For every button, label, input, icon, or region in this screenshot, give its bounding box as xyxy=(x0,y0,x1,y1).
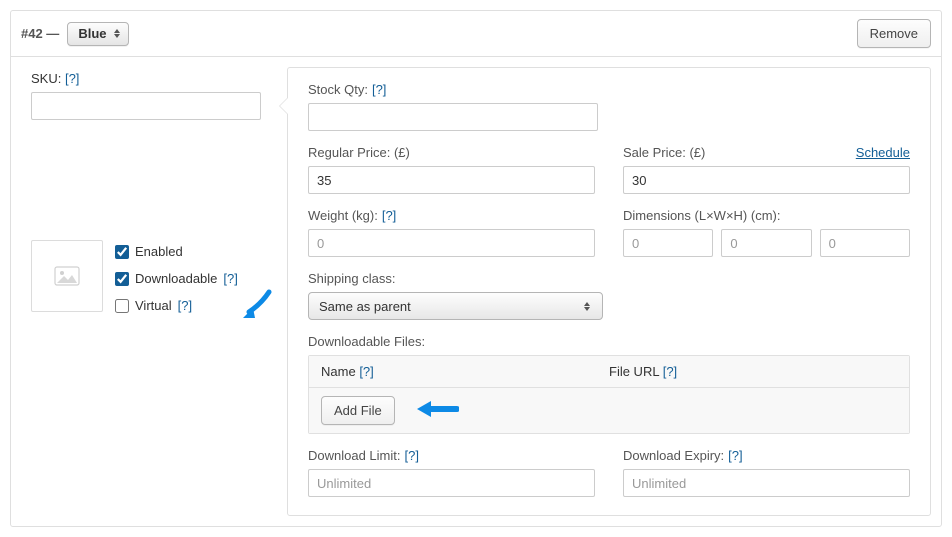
sku-label: SKU: xyxy=(31,71,61,86)
chevron-updown-icon xyxy=(580,293,594,319)
download-limit-input[interactable] xyxy=(308,469,595,497)
download-expiry-help-icon[interactable]: [?] xyxy=(728,448,742,463)
shipping-class-value: Same as parent xyxy=(319,299,411,314)
files-col-name: Name xyxy=(321,364,356,379)
download-limit-help-icon[interactable]: [?] xyxy=(405,448,419,463)
weight-label: Weight (kg): xyxy=(308,208,378,223)
variation-sidebar: SKU: [?] Enabled xyxy=(11,57,281,526)
variation-image-placeholder[interactable] xyxy=(31,240,103,312)
download-expiry-label: Download Expiry: xyxy=(623,448,724,463)
downloadable-label: Downloadable xyxy=(135,271,217,286)
attribute-select-value: Blue xyxy=(78,26,106,41)
chevron-updown-icon xyxy=(110,23,124,45)
enabled-checkbox[interactable] xyxy=(115,245,129,259)
stock-qty-help-icon[interactable]: [?] xyxy=(372,82,386,97)
dimension-width-input[interactable] xyxy=(721,229,811,257)
annotation-arrow-icon xyxy=(415,397,459,424)
files-name-help-icon[interactable]: [?] xyxy=(359,364,373,379)
schedule-link[interactable]: Schedule xyxy=(856,145,910,160)
files-url-help-icon[interactable]: [?] xyxy=(663,364,677,379)
downloadable-files-label: Downloadable Files: xyxy=(308,334,425,349)
sale-price-label: Sale Price: (£) xyxy=(623,145,705,160)
virtual-checkbox[interactable] xyxy=(115,299,129,313)
virtual-checkbox-row[interactable]: Virtual [?] xyxy=(115,298,238,313)
enabled-checkbox-row[interactable]: Enabled xyxy=(115,244,238,259)
weight-input[interactable] xyxy=(308,229,595,257)
regular-price-input[interactable] xyxy=(308,166,595,194)
download-expiry-input[interactable] xyxy=(623,469,910,497)
dimension-length-input[interactable] xyxy=(623,229,713,257)
variation-details: Stock Qty: [?] Regular Price: (£) Sale P… xyxy=(287,67,931,516)
dimensions-label: Dimensions (L×W×H) (cm): xyxy=(623,208,780,223)
speech-pointer-icon xyxy=(280,98,288,114)
regular-price-label: Regular Price: (£) xyxy=(308,145,410,160)
shipping-class-label: Shipping class: xyxy=(308,271,395,286)
dimension-height-input[interactable] xyxy=(820,229,910,257)
downloadable-files-table: Name [?] File URL [?] Add File xyxy=(308,355,910,434)
download-limit-label: Download Limit: xyxy=(308,448,401,463)
downloadable-checkbox[interactable] xyxy=(115,272,129,286)
weight-help-icon[interactable]: [?] xyxy=(382,208,396,223)
annotation-arrow-icon xyxy=(239,288,273,320)
image-placeholder-icon xyxy=(54,266,80,286)
variation-panel: #42 — Blue Remove SKU: [?] xyxy=(10,10,942,527)
stock-qty-label: Stock Qty: xyxy=(308,82,368,97)
files-col-url: File URL xyxy=(609,364,659,379)
virtual-label: Virtual xyxy=(135,298,172,313)
shipping-class-select[interactable]: Same as parent xyxy=(308,292,603,320)
variation-id: #42 — xyxy=(21,26,59,41)
stock-qty-input[interactable] xyxy=(308,103,598,131)
sku-input[interactable] xyxy=(31,92,261,120)
sale-price-input[interactable] xyxy=(623,166,910,194)
variation-header: #42 — Blue Remove xyxy=(11,11,941,57)
downloadable-checkbox-row[interactable]: Downloadable [?] xyxy=(115,271,238,286)
remove-button[interactable]: Remove xyxy=(857,19,931,48)
sku-help-icon[interactable]: [?] xyxy=(65,71,79,86)
files-header-row: Name [?] File URL [?] xyxy=(309,356,909,388)
enabled-label: Enabled xyxy=(135,244,183,259)
downloadable-help-icon[interactable]: [?] xyxy=(223,271,237,286)
add-file-button[interactable]: Add File xyxy=(321,396,395,425)
attribute-select[interactable]: Blue xyxy=(67,22,129,46)
virtual-help-icon[interactable]: [?] xyxy=(178,298,192,313)
